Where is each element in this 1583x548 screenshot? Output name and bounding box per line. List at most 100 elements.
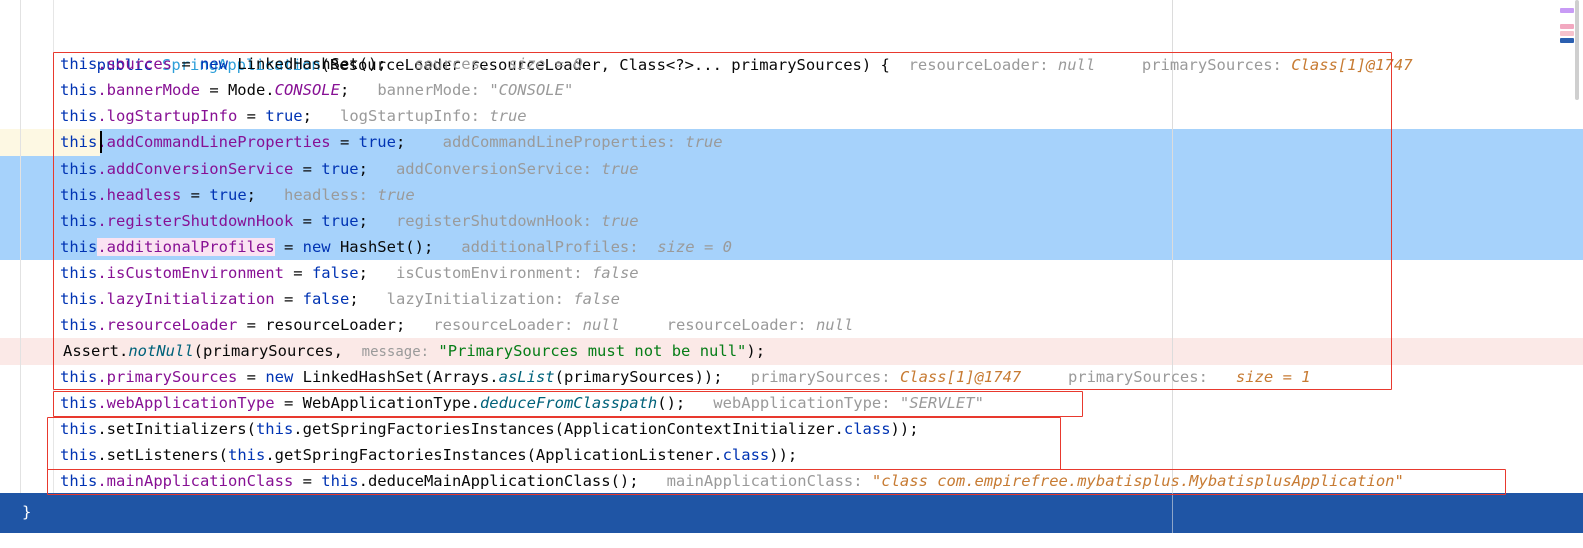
kw-this: this — [60, 316, 98, 334]
hint-label-lazyinitialization: lazyInitialization: — [386, 290, 564, 308]
expr-call-close: (); — [657, 394, 686, 412]
field-addconversionservice: .addConversionService — [97, 160, 294, 178]
field-webapplicationtype: .webApplicationType — [97, 394, 275, 412]
kw-this: this — [60, 394, 98, 412]
code-line-webapplicationtype[interactable]: this.webApplicationType = WebApplication… — [0, 390, 1583, 417]
kw-this-2: this — [227, 446, 266, 464]
hint-label-addconversionservice: addConversionService: — [395, 160, 592, 178]
code-line-registershutdownhook[interactable]: this.registerShutdownHook = true; regist… — [0, 208, 1583, 235]
kw-this: this — [60, 160, 98, 178]
expr-close: )); — [890, 420, 919, 438]
op-assign: = — [283, 264, 312, 282]
hint-label-resourceloader: resourceLoader: — [433, 316, 574, 334]
field-registershutdownhook: .registerShutdownHook — [97, 212, 294, 230]
code-line-assert-notnull[interactable]: Assert.notNull(primarySources, message: … — [0, 338, 1583, 365]
code-editor-debug-view[interactable]: public SpringApplication(ResourceLoader … — [0, 0, 1583, 533]
expr-call-close: (); — [610, 472, 639, 490]
kw-false: false — [311, 264, 359, 282]
text-caret — [100, 131, 102, 153]
hint-label-webapplicationtype: webApplicationType: — [713, 394, 891, 412]
semicolon: ; — [358, 264, 368, 282]
semicolon: ; — [358, 212, 368, 230]
semicolon: ; — [358, 160, 368, 178]
hint-value-addconversionservice: true — [601, 160, 639, 178]
hint-label-bannermode: bannerMode: — [377, 81, 480, 99]
code-line-signature[interactable]: public SpringApplication(ResourceLoader … — [0, 25, 1583, 74]
semicolon: ; — [339, 81, 350, 99]
code-line-iscustomenvironment[interactable]: this.isCustomEnvironment = false; isCust… — [0, 260, 1583, 287]
kw-this: this — [60, 264, 98, 282]
code-line-sources[interactable]: this.sources = new LinkedHashSet(); sour… — [0, 51, 1583, 78]
code-line-bannermode[interactable]: this.bannerMode = Mode.CONSOLE; bannerMo… — [0, 77, 1583, 104]
expr-args: (primarySources, — [193, 342, 353, 360]
code-line-logstartupinfo[interactable]: this.logStartupInfo = true; logStartupIn… — [0, 103, 1583, 130]
kw-false: false — [302, 290, 350, 308]
code-line-addconversionservice[interactable]: this.addConversionService = true; addCon… — [0, 156, 1583, 183]
hint-value-logstartupinfo: true — [489, 107, 527, 125]
hint-label-iscustomenvironment: isCustomEnvironment: — [395, 264, 583, 282]
field-resourceloader: .resourceLoader — [97, 316, 238, 334]
expr-linkedhashset: LinkedHashSet(); — [227, 55, 387, 73]
kw-this: this — [60, 81, 98, 99]
code-line-additionalprofiles[interactable]: this.additionalProfiles = new HashSet();… — [0, 234, 1583, 261]
code-line-mainapplicationclass[interactable]: this.mainApplicationClass = this.deduceM… — [0, 468, 1583, 495]
hint-label-headless: headless: — [284, 186, 368, 204]
hint-label-resourceloader-2: resourceLoader: — [666, 316, 807, 334]
kw-true: true — [358, 133, 396, 151]
scrollbar-marker-gutter[interactable] — [1560, 0, 1583, 533]
code-line-setinitializers[interactable]: this.setInitializers(this.getSpringFacto… — [0, 416, 1583, 443]
expr-assert: Assert. — [63, 342, 129, 360]
hint-value-webapplicationtype: "SERVLET" — [899, 394, 984, 412]
kw-this: this — [60, 55, 98, 73]
hint-label-logstartupinfo: logStartupInfo: — [339, 107, 480, 125]
hint-value-headless: true — [377, 186, 415, 204]
marker-pink-1[interactable] — [1560, 24, 1574, 29]
kw-this: this — [60, 290, 98, 308]
expr-close: )); — [769, 446, 798, 464]
code-line-lazyinitialization[interactable]: this.lazyInitialization = false; lazyIni… — [0, 286, 1583, 313]
field-addcommandlineproperties: .addCommandLineProperties — [97, 133, 331, 151]
expr-resourceloader: = resourceLoader; — [237, 316, 406, 334]
op-assign: = — [237, 107, 266, 125]
field-lazyinitialization: .lazyInitialization — [97, 290, 275, 308]
op-assign: = — [293, 160, 322, 178]
expr-mode: = Mode. — [199, 81, 275, 99]
code-line-resourceloader[interactable]: this.resourceLoader = resourceLoader; re… — [0, 312, 1583, 339]
kw-true: true — [209, 186, 247, 204]
kw-this: this — [60, 368, 98, 386]
hint-value-additionalprofiles: size = 0 — [657, 238, 732, 256]
marker-violet[interactable] — [1560, 8, 1574, 13]
hint-value-registershutdownhook: true — [601, 212, 639, 230]
hint-value-resourceloader-2: null — [815, 316, 854, 334]
param-hint-message: message: — [361, 344, 430, 360]
hint-label-addcommandlineproperties: addCommandLineProperties: — [442, 133, 676, 151]
code-line-setlisteners[interactable]: this.setListeners(this.getSpringFactorie… — [0, 442, 1583, 469]
marker-pink-2[interactable] — [1560, 31, 1574, 36]
kw-this: this — [60, 107, 98, 125]
kw-class: class — [843, 420, 891, 438]
hint-value-primarysources-2: size = 1 — [1235, 368, 1311, 386]
semicolon: ; — [349, 290, 359, 308]
code-line-addcommandlineproperties[interactable]: this.addCommandLineProperties = true; ad… — [0, 129, 1583, 156]
field-headless: .headless — [97, 186, 182, 204]
kw-this-2: this — [321, 472, 359, 490]
op-assign: = — [237, 368, 266, 386]
code-line-primarysources[interactable]: this.primarySources = new LinkedHashSet(… — [0, 364, 1583, 391]
method-deducefromclasspath: deduceFromClasspath — [479, 394, 658, 412]
code-line-headless[interactable]: this.headless = true; headless: true — [0, 182, 1583, 209]
hint-label-primarysources-2: primarySources: — [1067, 368, 1208, 386]
hint-value-addcommandlineproperties: true — [685, 133, 723, 151]
expr-webapplicationtype: = WebApplicationType. — [274, 394, 480, 412]
hint-label-registershutdownhook: registerShutdownHook: — [395, 212, 592, 230]
hint-label-mainapplicationclass: mainApplicationClass: — [666, 472, 863, 490]
marker-blue[interactable] — [1560, 38, 1574, 43]
expr-linkedhashset-arrays: LinkedHashSet(Arrays. — [293, 368, 499, 386]
kw-this: this — [60, 186, 98, 204]
bottom-highlight-band: } — [0, 493, 1583, 533]
scrollbar-track[interactable] — [1575, 0, 1579, 100]
kw-this: this — [60, 238, 98, 256]
method-notnull: notNull — [128, 342, 194, 360]
closing-brace: } — [22, 503, 32, 521]
hint-value-lazyinitialization: false — [573, 290, 620, 308]
bottom-indent-guide — [1172, 493, 1173, 533]
